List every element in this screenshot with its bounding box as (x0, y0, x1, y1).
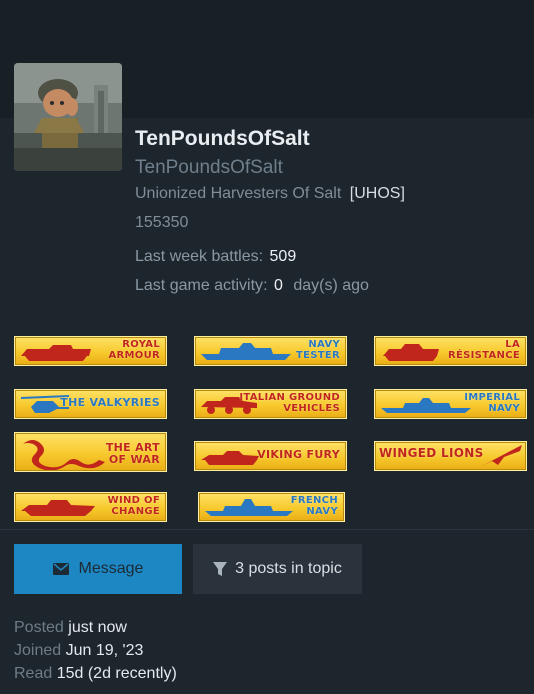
jet-icon (480, 445, 522, 467)
badge-text: THE ART OF WAR (105, 441, 160, 466)
tank-icon (201, 451, 259, 465)
badge-text: FRENCH NAVY (290, 495, 338, 517)
read-info: Read 15d (2d recently) (14, 665, 177, 682)
filter-icon (213, 561, 228, 576)
clan-tag: [UHOS] (349, 185, 405, 202)
badge-text: LA RÉSISTANCE (448, 339, 520, 361)
badge-text: IMPERIAL NAVY (464, 392, 520, 414)
badge-winged-lions[interactable]: WINGED LIONS (374, 441, 527, 471)
badge-wind-of-change[interactable]: WIND OF CHANGE (14, 492, 167, 522)
posted-value: just now (68, 619, 127, 636)
posted-info: Posted just now (14, 619, 127, 636)
dragon-icon (23, 440, 105, 470)
badge-viking-fury[interactable]: VIKING FURY (194, 441, 347, 471)
soldier-avatar-image (14, 63, 122, 171)
last-week-battles-value: 509 (269, 248, 297, 265)
last-activity-value: 0 (273, 277, 283, 294)
badge-text: VIKING FURY (257, 448, 340, 461)
badge-text: ITALIAN GROUND VEHICLES (239, 392, 340, 414)
clan-info: Unionized Harvesters Of Salt [UHOS] (135, 185, 405, 203)
last-activity-suffix: day(s) ago (293, 277, 369, 294)
badge-text: ROYAL ARMOUR (108, 339, 160, 361)
badge-imperial-navy[interactable]: IMPERIAL NAVY (374, 389, 527, 419)
message-button[interactable]: Message (14, 544, 182, 594)
badge-the-valkyries[interactable]: THE VALKYRIES (14, 389, 167, 419)
last-week-battles: Last week battles: 509 (135, 248, 297, 265)
read-value: 15d (2d recently) (56, 665, 177, 682)
last-game-activity: Last game activity: 0 day(s) ago (135, 277, 369, 294)
badge-royal-armour[interactable]: ROYAL ARMOUR (14, 336, 167, 366)
badge-navy-tester[interactable]: NAVY TESTER (194, 336, 347, 366)
last-activity-label: Last game activity (135, 277, 264, 294)
envelope-icon (52, 563, 69, 575)
joined-info: Joined Jun 19, '23 (14, 642, 144, 659)
badge-text: NAVY TESTER (295, 339, 340, 361)
tank-icon (21, 345, 91, 361)
badge-text: THE VALKYRIES (60, 396, 160, 409)
posts-in-topic-label: 3 posts in topic (235, 560, 342, 577)
badge-la-resistance[interactable]: LA RÉSISTANCE (374, 336, 527, 366)
badge-the-art-of-war[interactable]: THE ART OF WAR (14, 432, 167, 472)
battleship-icon (201, 343, 291, 360)
user-id: 155350 (135, 214, 189, 231)
section-divider (0, 529, 534, 530)
profile-username: TenPoundsOfSalt (135, 157, 283, 178)
badge-french-navy[interactable]: FRENCH NAVY (198, 492, 345, 522)
avatar[interactable] (14, 63, 122, 171)
joined-value: Jun 19, '23 (65, 642, 144, 659)
tank-icon (21, 500, 95, 516)
message-button-label: Message (78, 560, 144, 577)
last-week-battles-label: Last week battles (135, 248, 259, 265)
battleship-icon (381, 398, 471, 413)
badge-italian-ground-vehicles[interactable]: ITALIAN GROUND VEHICLES (194, 389, 347, 419)
posts-in-topic-button[interactable]: 3 posts in topic (193, 544, 362, 594)
profile-display-name[interactable]: TenPoundsOfSalt (135, 127, 310, 151)
clan-name[interactable]: Unionized Harvesters Of Salt (135, 185, 341, 202)
tank-icon (383, 344, 439, 361)
battleship-icon (205, 499, 293, 516)
badge-text: WINGED LIONS (379, 446, 484, 460)
badge-text: WIND OF CHANGE (107, 495, 160, 517)
